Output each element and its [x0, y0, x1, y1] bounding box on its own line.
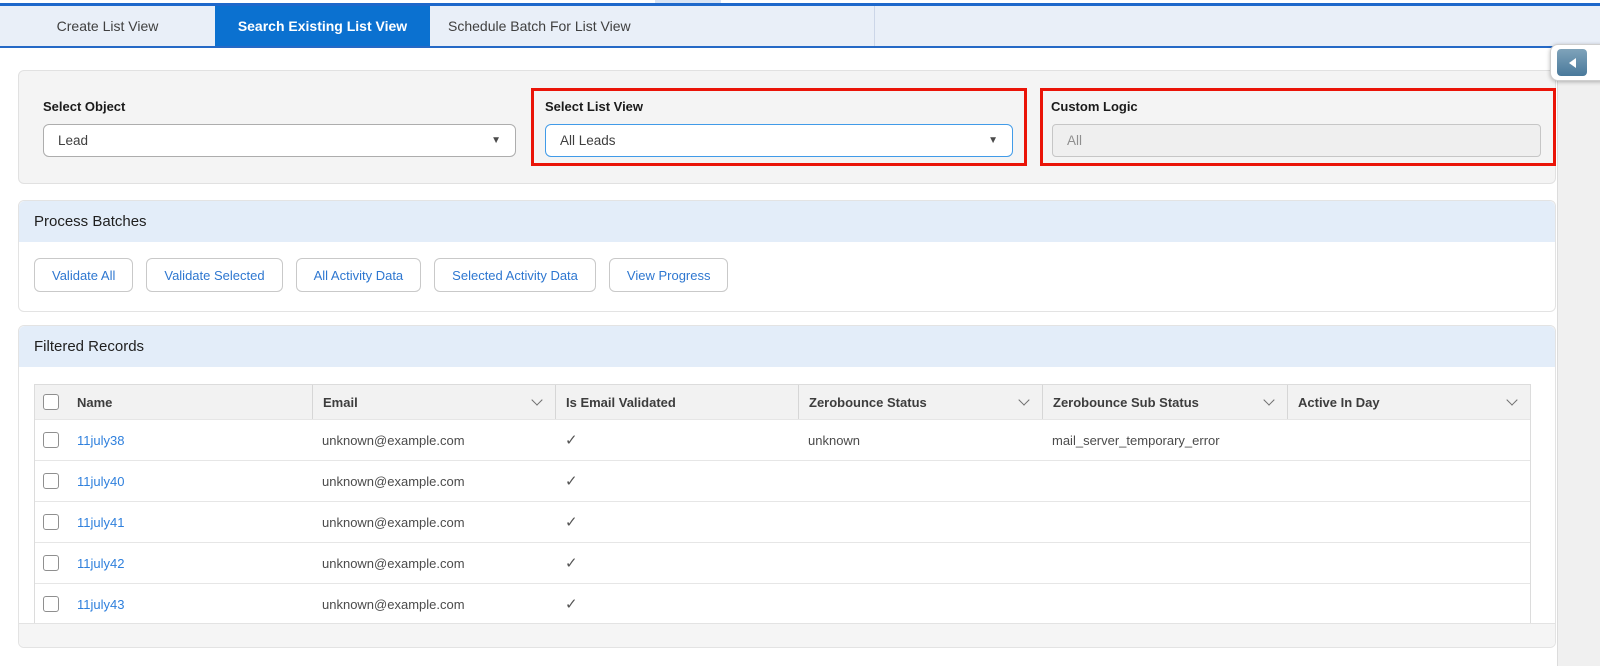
custom-logic-label: Custom Logic [1051, 99, 1138, 114]
tab-schedule-batch-for-list-view[interactable]: Schedule Batch For List View [430, 6, 875, 46]
record-name-link[interactable]: 11july38 [77, 433, 124, 448]
column-header-zerobounce-sub-status[interactable]: Zerobounce Sub Status [1042, 385, 1287, 419]
validated-checkmark-icon: ✓ [565, 514, 578, 531]
record-name-link[interactable]: 11july43 [77, 597, 124, 612]
collapse-arrow-icon [1557, 49, 1587, 76]
process-batches-title: Process Batches [19, 201, 1555, 242]
row-checkbox[interactable] [43, 596, 59, 612]
validated-checkmark-icon: ✓ [565, 432, 578, 449]
record-zerobounce-status [798, 461, 1042, 501]
select-all-checkbox[interactable] [43, 394, 59, 410]
records-table: Name Email Is Email Validated Zerobounce… [34, 384, 1531, 625]
validated-checkmark-icon: ✓ [565, 555, 578, 572]
record-active-in-day [1287, 502, 1530, 542]
record-active-in-day [1287, 461, 1530, 501]
record-zerobounce-sub-status: mail_server_temporary_error [1052, 432, 1220, 448]
filtered-records-title: Filtered Records [19, 326, 1555, 367]
chevron-down-icon[interactable] [531, 394, 543, 406]
record-zerobounce-sub-status [1042, 584, 1287, 624]
select-object-label: Select Object [43, 99, 126, 114]
validate-all-button[interactable]: Validate All [34, 258, 134, 292]
record-zerobounce-sub-status [1042, 543, 1287, 583]
record-active-in-day [1287, 543, 1530, 583]
record-email: unknown@example.com [322, 596, 465, 612]
record-active-in-day [1287, 420, 1530, 460]
filtered-records-panel: Filtered Records Name Email Is Email Val… [18, 325, 1556, 648]
chevron-down-icon[interactable] [1263, 394, 1275, 406]
record-zerobounce-sub-status [1042, 461, 1287, 501]
record-name-link[interactable]: 11july42 [77, 556, 124, 571]
tab-bar: Create List View Search Existing List Vi… [0, 6, 1600, 48]
select-object-dropdown[interactable]: Lead ▼ [43, 124, 516, 157]
all-activity-data-button[interactable]: All Activity Data [295, 258, 422, 292]
table-row: 11july40 unknown@example.com ✓ [35, 460, 1530, 501]
column-header-is-email-validated: Is Email Validated [555, 385, 798, 419]
select-list-view-label: Select List View [545, 99, 644, 114]
validate-selected-button[interactable]: Validate Selected [146, 258, 283, 292]
record-email: unknown@example.com [322, 555, 465, 571]
validated-checkmark-icon: ✓ [565, 596, 578, 613]
table-row: 11july41 unknown@example.com ✓ [35, 501, 1530, 542]
process-batches-buttons: Validate All Validate Selected All Activ… [19, 242, 1555, 308]
record-email: unknown@example.com [322, 473, 465, 489]
record-active-in-day [1287, 584, 1530, 624]
table-header-row: Name Email Is Email Validated Zerobounce… [35, 385, 1530, 419]
chevron-down-icon[interactable] [1018, 394, 1030, 406]
select-object-value: Lead [58, 133, 89, 148]
select-list-view-value: All Leads [560, 133, 616, 148]
select-list-view-dropdown[interactable]: All Leads ▼ [545, 124, 1013, 157]
record-name-link[interactable]: 11july41 [77, 515, 124, 530]
table-row: 11july42 unknown@example.com ✓ [35, 542, 1530, 583]
app-window: Create List View Search Existing List Vi… [0, 0, 1600, 666]
record-zerobounce-status [798, 543, 1042, 583]
record-email: unknown@example.com [322, 514, 465, 530]
selected-activity-data-button[interactable]: Selected Activity Data [434, 258, 596, 292]
record-zerobounce-status [798, 502, 1042, 542]
validated-checkmark-icon: ✓ [565, 473, 578, 490]
column-header-active-in-day[interactable]: Active In Day [1287, 385, 1530, 419]
dropdown-arrow-icon: ▼ [491, 135, 501, 146]
column-header-email[interactable]: Email [312, 385, 555, 419]
row-checkbox[interactable] [43, 473, 59, 489]
column-header-name: Name [77, 394, 113, 410]
table-row: 11july43 unknown@example.com ✓ [35, 583, 1530, 624]
row-checkbox[interactable] [43, 432, 59, 448]
record-zerobounce-status [798, 584, 1042, 624]
tab-search-existing-list-view[interactable]: Search Existing List View [215, 6, 430, 46]
record-zerobounce-status: unknown [808, 432, 861, 448]
chevron-down-icon[interactable] [1506, 394, 1518, 406]
row-checkbox[interactable] [43, 555, 59, 571]
table-footer-strip [19, 623, 1555, 647]
record-name-link[interactable]: 11july40 [77, 474, 124, 489]
table-row: 11july38 unknown@example.com ✓ unknown m… [35, 419, 1530, 460]
view-progress-button[interactable]: View Progress [608, 258, 729, 292]
record-zerobounce-sub-status [1042, 502, 1287, 542]
row-checkbox[interactable] [43, 514, 59, 530]
custom-logic-input[interactable] [1052, 124, 1541, 157]
right-gutter [1557, 48, 1600, 666]
record-email: unknown@example.com [322, 432, 465, 448]
sidebar-toggle-button[interactable] [1550, 44, 1600, 81]
header-checkbox-cell [35, 385, 67, 419]
process-batches-panel: Process Batches Validate All Validate Se… [18, 200, 1556, 312]
column-header-zerobounce-status[interactable]: Zerobounce Status [798, 385, 1042, 419]
dropdown-arrow-icon: ▼ [988, 135, 998, 146]
tab-create-list-view[interactable]: Create List View [0, 6, 215, 46]
